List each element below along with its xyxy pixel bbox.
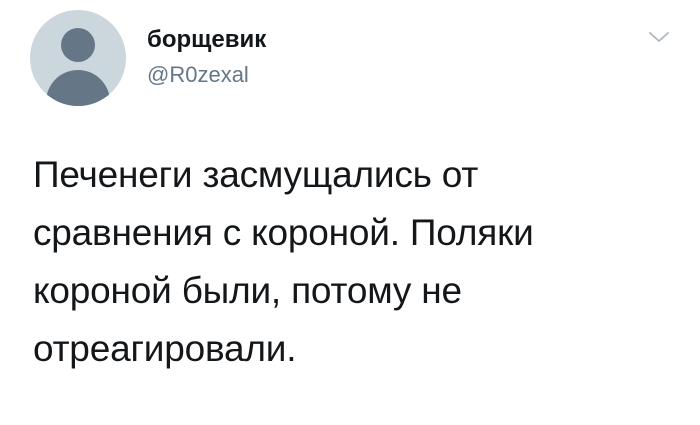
tweet-card: борщевик @R0zexal Печенеги засмущались о… bbox=[0, 0, 700, 425]
author-avatar[interactable] bbox=[30, 10, 126, 106]
default-profile-icon-body bbox=[46, 70, 110, 106]
author-display-name[interactable]: борщевик bbox=[147, 26, 266, 54]
default-profile-icon bbox=[61, 28, 95, 62]
chevron-down-icon bbox=[649, 32, 669, 42]
tweet-text: Печенеги засмущались от сравнения с коро… bbox=[33, 154, 534, 369]
tweet-menu-button[interactable] bbox=[646, 26, 672, 48]
author-handle[interactable]: @R0zexal bbox=[147, 62, 249, 88]
